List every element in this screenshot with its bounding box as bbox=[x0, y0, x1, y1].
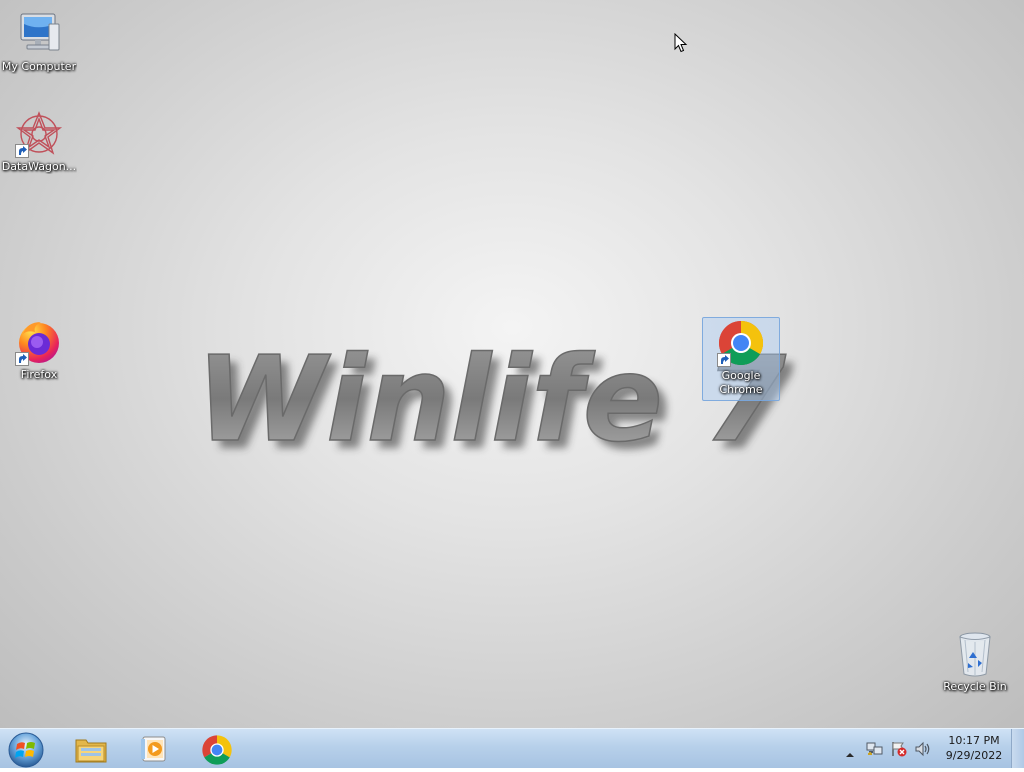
network-tray-button[interactable] bbox=[866, 741, 884, 761]
desktop-icon-recycle-bin[interactable]: Recycle Bin bbox=[937, 630, 1013, 694]
taskbar-windows-explorer[interactable] bbox=[64, 731, 116, 767]
computer-icon bbox=[15, 10, 63, 58]
mouse-cursor-icon bbox=[674, 33, 688, 53]
datawagon-icon bbox=[15, 110, 63, 158]
desktop-icon-label: DataWagon... bbox=[1, 160, 77, 173]
recycle-bin-icon bbox=[951, 630, 999, 678]
chrome-icon bbox=[202, 735, 232, 765]
firefox-icon bbox=[15, 318, 63, 366]
desktop[interactable]: Winlife 7 Winlife 7 My Computer DataWago… bbox=[0, 0, 1024, 728]
desktop-icon-datawagon[interactable]: DataWagon... bbox=[1, 110, 77, 174]
desktop-icon-label: My Computer bbox=[1, 60, 77, 73]
volume-icon bbox=[915, 741, 930, 757]
clock-time: 10:17 PM bbox=[948, 734, 1000, 747]
action-center-tray-button[interactable] bbox=[890, 741, 908, 761]
desktop-icon-label: Recycle Bin bbox=[943, 680, 1007, 693]
show-hidden-icons-button[interactable] bbox=[845, 744, 855, 763]
media-player-icon bbox=[141, 736, 166, 762]
clock-date: 9/29/2022 bbox=[945, 749, 1003, 762]
desktop-icon-google-chrome[interactable]: Google Chrome bbox=[702, 317, 780, 401]
chrome-icon bbox=[717, 319, 765, 367]
action-center-flag-icon bbox=[892, 742, 907, 757]
shortcut-arrow-icon bbox=[15, 144, 29, 158]
taskbar-media-player[interactable] bbox=[127, 731, 179, 767]
desktop-icon-my-computer[interactable]: My Computer bbox=[1, 10, 77, 74]
taskbar: 10:17 PM 9/29/2022 bbox=[0, 728, 1024, 768]
wallpaper-text: Winlife 7 bbox=[196, 330, 786, 468]
shortcut-arrow-icon bbox=[717, 353, 731, 367]
taskbar-google-chrome[interactable] bbox=[190, 731, 242, 767]
shortcut-arrow-icon bbox=[15, 352, 29, 366]
volume-tray-button[interactable] bbox=[914, 741, 932, 761]
windows-explorer-icon bbox=[75, 739, 107, 763]
show-desktop-button[interactable] bbox=[1011, 729, 1024, 768]
chevron-up-icon bbox=[846, 753, 854, 757]
start-button[interactable] bbox=[6, 730, 46, 768]
windows-start-orb-icon bbox=[8, 732, 44, 768]
taskbar-clock[interactable]: 10:17 PM 9/29/2022 bbox=[938, 733, 1010, 763]
desktop-icon-firefox[interactable]: Firefox bbox=[1, 318, 77, 382]
network-icon bbox=[866, 742, 883, 755]
desktop-icon-label: Firefox bbox=[20, 368, 58, 381]
desktop-icon-label: Google Chrome bbox=[719, 369, 763, 396]
